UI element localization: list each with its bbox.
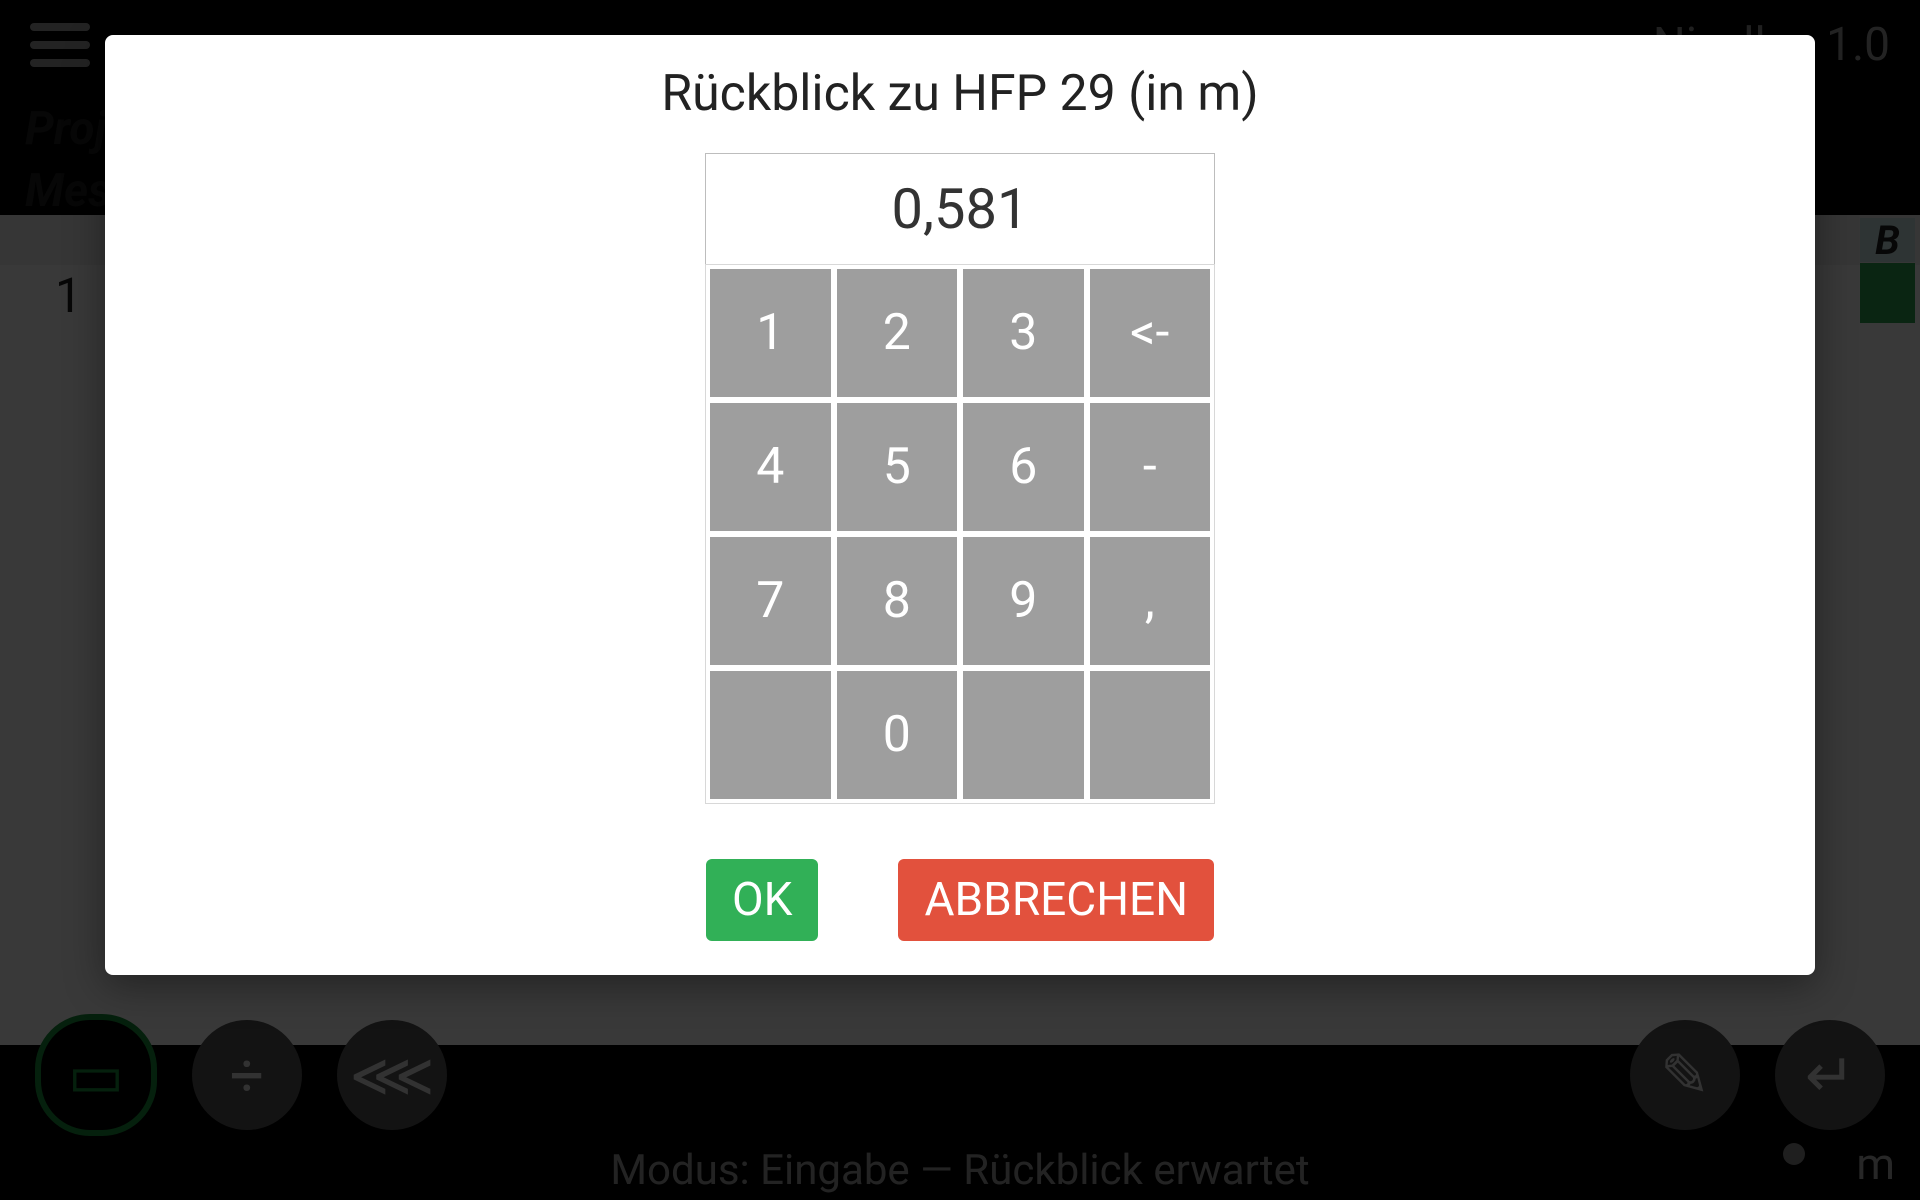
- key-4[interactable]: 4: [710, 403, 831, 531]
- key-5[interactable]: 5: [837, 403, 958, 531]
- key-blank-right-2[interactable]: [1090, 671, 1211, 799]
- key-7[interactable]: 7: [710, 537, 831, 665]
- key-0[interactable]: 0: [837, 671, 958, 799]
- numeric-entry-modal: Rückblick zu HFP 29 (in m) 0,581 1 2 3 <…: [105, 35, 1815, 975]
- key-backspace[interactable]: <-: [1090, 269, 1211, 397]
- modal-title: Rückblick zu HFP 29 (in m): [661, 65, 1258, 123]
- key-minus[interactable]: -: [1090, 403, 1211, 531]
- key-2[interactable]: 2: [837, 269, 958, 397]
- key-3[interactable]: 3: [963, 269, 1084, 397]
- key-8[interactable]: 8: [837, 537, 958, 665]
- key-6[interactable]: 6: [963, 403, 1084, 531]
- key-blank-left[interactable]: [710, 671, 831, 799]
- key-9[interactable]: 9: [963, 537, 1084, 665]
- cancel-button[interactable]: ABBRECHEN: [898, 859, 1214, 941]
- modal-actions: OK ABBRECHEN: [706, 859, 1214, 941]
- ok-button[interactable]: OK: [706, 859, 819, 941]
- key-comma[interactable]: ,: [1090, 537, 1211, 665]
- keypad-wrapper: 0,581 1 2 3 <- 4 5 6 - 7 8 9 , 0: [705, 153, 1215, 804]
- key-blank-right-1[interactable]: [963, 671, 1084, 799]
- numeric-keypad: 1 2 3 <- 4 5 6 - 7 8 9 , 0: [705, 264, 1215, 804]
- numeric-display: 0,581: [705, 153, 1215, 264]
- key-1[interactable]: 1: [710, 269, 831, 397]
